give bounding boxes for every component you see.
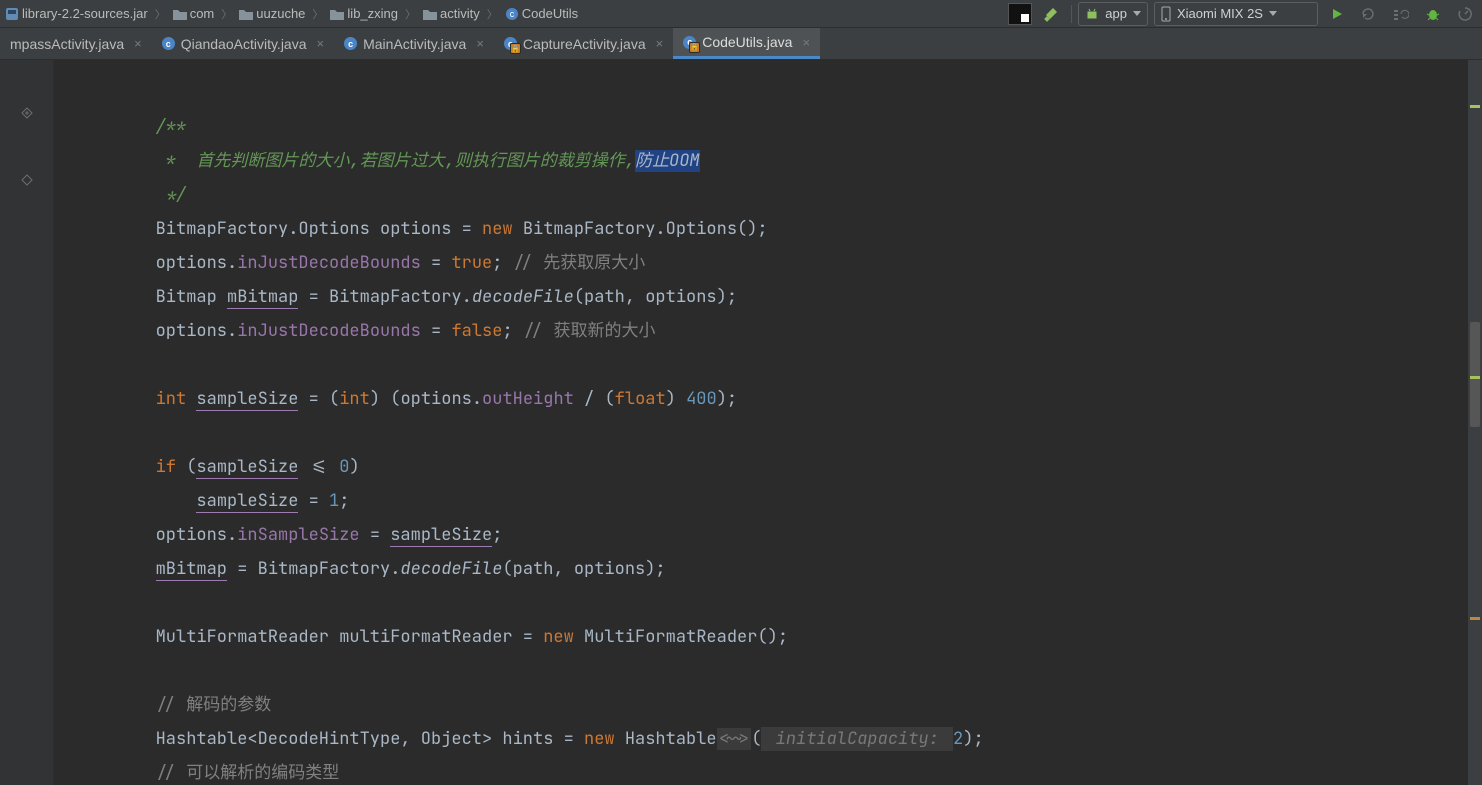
folder-icon <box>330 8 344 20</box>
chevron-down-icon <box>1269 11 1277 16</box>
editor: /** * 首先判断图片的大小,若图片过大,则执行图片的裁剪操作,防止OOM *… <box>0 60 1482 785</box>
crumb-codeutils[interactable]: c CodeUtils <box>500 6 583 21</box>
class-lock-icon: c🔒 <box>504 37 517 50</box>
close-icon[interactable]: × <box>317 36 325 51</box>
class-icon: c <box>505 7 519 21</box>
chevron-right-icon: 〉 <box>219 6 234 22</box>
bug-icon <box>1425 6 1441 22</box>
tab-label: CodeUtils.java <box>702 34 792 50</box>
chevron-right-icon: 〉 <box>403 6 418 22</box>
crumb-label: lib_zxing <box>347 6 398 21</box>
crumb-activity[interactable]: activity <box>418 6 485 21</box>
divider <box>1071 5 1072 23</box>
code-line: /** * 首先判断图片的大小,若图片过大,则执行图片的裁剪操作,防止OOM *… <box>74 76 1468 785</box>
run-config-label: app <box>1105 6 1127 21</box>
run-button[interactable] <box>1324 2 1350 26</box>
crumb-label: CodeUtils <box>522 6 578 21</box>
tab-qiandaoactivity[interactable]: c QiandaoActivity.java × <box>152 28 334 59</box>
lock-icon: 🔒 <box>689 42 700 53</box>
close-icon[interactable]: × <box>802 35 810 50</box>
chevron-right-icon: 〉 <box>485 6 500 22</box>
folder-icon <box>423 8 437 20</box>
crumb-label: uuzuche <box>256 6 305 21</box>
jar-icon <box>5 7 19 21</box>
crumb-lib-zxing[interactable]: lib_zxing <box>325 6 403 21</box>
crumb-label: com <box>190 6 215 21</box>
editor-tabs: mpassActivity.java × c QiandaoActivity.j… <box>0 28 1482 60</box>
play-icon <box>1330 7 1344 21</box>
android-icon <box>1085 7 1099 21</box>
code-area[interactable]: /** * 首先判断图片的大小,若图片过大,则执行图片的裁剪操作,防止OOM *… <box>54 60 1468 785</box>
class-icon: c <box>162 37 175 50</box>
class-lock-icon: c🔒 <box>683 36 696 49</box>
build-button[interactable] <box>1039 2 1065 26</box>
run-config-selector[interactable]: app <box>1078 2 1148 26</box>
scroll-mark[interactable] <box>1470 376 1480 379</box>
scrollbar-thumb[interactable] <box>1470 322 1480 427</box>
phone-icon <box>1161 6 1171 22</box>
close-icon[interactable]: × <box>134 36 142 51</box>
apply-changes-button[interactable] <box>1356 2 1382 26</box>
crumb-jar[interactable]: library-2.2-sources.jar <box>0 6 153 21</box>
tab-codeutils[interactable]: c🔒 CodeUtils.java × <box>673 28 820 59</box>
tab-label: MainActivity.java <box>363 36 466 52</box>
class-icon: c <box>344 37 357 50</box>
debug-button[interactable] <box>1420 2 1446 26</box>
code-changes-icon <box>1393 7 1409 21</box>
lock-icon: 🔒 <box>510 43 521 54</box>
svg-text:c: c <box>510 9 515 19</box>
scroll-mark[interactable] <box>1470 617 1480 620</box>
tab-label: QiandaoActivity.java <box>181 36 307 52</box>
profiler-button[interactable] <box>1452 2 1478 26</box>
chevron-right-icon: 〉 <box>310 6 325 22</box>
fold-marker-icon[interactable] <box>20 173 34 187</box>
tab-mainactivity[interactable]: c MainActivity.java × <box>334 28 494 59</box>
hammer-icon <box>1043 5 1061 23</box>
chevron-right-icon: 〉 <box>153 6 168 22</box>
terminal-icon <box>1008 3 1032 25</box>
crumb-uuzuche[interactable]: uuzuche <box>234 6 310 21</box>
override-marker-icon[interactable] <box>20 106 34 120</box>
terminal-button[interactable] <box>1007 2 1033 26</box>
close-icon[interactable]: × <box>656 36 664 51</box>
folder-icon <box>239 8 253 20</box>
chevron-down-icon <box>1133 11 1141 16</box>
apply-code-changes-button[interactable] <box>1388 2 1414 26</box>
tab-label: CaptureActivity.java <box>523 36 646 52</box>
close-icon[interactable]: × <box>476 36 484 51</box>
crumb-label: library-2.2-sources.jar <box>22 6 148 21</box>
gutter[interactable] <box>0 60 54 785</box>
device-selector[interactable]: Xiaomi MIX 2S <box>1154 2 1318 26</box>
tab-mpassactivity[interactable]: mpassActivity.java × <box>0 28 152 59</box>
toolbar: app Xiaomi MIX 2S <box>1007 0 1482 27</box>
vertical-scrollbar[interactable] <box>1468 60 1482 785</box>
breadcrumb: library-2.2-sources.jar 〉 com 〉 uuzuche … <box>0 6 1007 22</box>
crumb-label: activity <box>440 6 480 21</box>
tab-label: mpassActivity.java <box>10 36 124 52</box>
tab-captureactivity[interactable]: c🔒 CaptureActivity.java × <box>494 28 673 59</box>
scroll-mark[interactable] <box>1470 105 1480 108</box>
device-label: Xiaomi MIX 2S <box>1177 6 1263 21</box>
refresh-run-icon <box>1361 7 1377 21</box>
profiler-icon <box>1457 6 1473 22</box>
folder-icon <box>173 8 187 20</box>
crumb-com[interactable]: com <box>168 6 220 21</box>
